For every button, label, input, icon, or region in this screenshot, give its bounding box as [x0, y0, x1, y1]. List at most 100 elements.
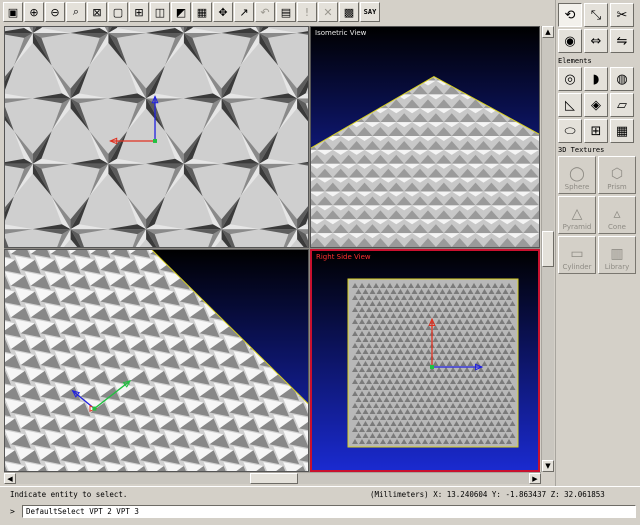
say-button[interactable]: SAY: [360, 2, 380, 22]
zoom-out-icon: ⊖: [50, 5, 60, 19]
palette-row-elements-2: ◺ ◈ ▱: [558, 93, 634, 117]
texture-cone-label: Cone: [608, 223, 626, 231]
shaded-view-icon: ◩: [175, 5, 187, 19]
scroll-right-arrow-icon[interactable]: ▶: [529, 473, 541, 484]
command-prompt: >: [10, 507, 15, 516]
pyramid-icon: △: [571, 206, 583, 222]
scale-tool-button[interactable]: ⤡: [584, 3, 608, 27]
cone-icon: ▵: [613, 206, 621, 222]
texture-library-label: Library: [604, 263, 630, 271]
elements-section-label: Elements: [558, 57, 592, 65]
scroll-left-arrow-icon[interactable]: ◀: [4, 473, 16, 484]
mirror-tool-button[interactable]: ⇋: [610, 29, 634, 53]
single-view-button[interactable]: ▢: [108, 2, 128, 22]
command-bar: >: [0, 501, 640, 525]
eye-tool-button[interactable]: ◉: [558, 29, 582, 53]
palette-row-transform: ⟲ ⤡ ✂: [558, 3, 634, 27]
capsule-element-icon: ⬭: [564, 123, 576, 139]
front-view-canvas[interactable]: [5, 250, 308, 471]
right-side-view-canvas[interactable]: [312, 251, 538, 470]
top-view-canvas[interactable]: [5, 27, 308, 247]
render-button[interactable]: ▦: [192, 2, 212, 22]
top-viewport[interactable]: [4, 26, 309, 248]
horizontal-scroll-thumb[interactable]: [250, 473, 298, 484]
select-arrow-icon: ↗: [239, 5, 249, 19]
star-pattern: [5, 27, 308, 247]
revolve-element-icon: ◎: [564, 71, 576, 87]
textures-grid: ◯ Sphere ⬡ Prism △ Pyramid ▵ Cone ▭ Cylinder ▥ Libr…: [558, 156, 636, 274]
isometric-viewport-title: Isometric View: [315, 29, 367, 37]
undo-button[interactable]: ↶: [255, 2, 275, 22]
layers-button[interactable]: ▤: [276, 2, 296, 22]
horizontal-scrollbar[interactable]: ◀ ▶: [4, 472, 541, 484]
texture-cone-button[interactable]: ▵ Cone: [598, 196, 636, 234]
info-button[interactable]: !: [297, 2, 317, 22]
wedge-element-icon: ◺: [565, 97, 575, 113]
mirror-tool-icon: ⇋: [616, 33, 628, 49]
fit-button[interactable]: ⊠: [87, 2, 107, 22]
texture-pyramid-button[interactable]: △ Pyramid: [558, 196, 596, 234]
cut-tool-button[interactable]: ✂: [610, 3, 634, 27]
right-side-viewport[interactable]: Right Side View: [310, 249, 540, 472]
palette-row-elements-1: ◎ ◗ ◍: [558, 67, 634, 91]
viewport-area: Isometric View Right Side View: [4, 26, 540, 472]
texture-sphere-button[interactable]: ◯ Sphere: [558, 156, 596, 194]
fit-icon: ⊠: [92, 5, 102, 19]
texture-prism-button[interactable]: ⬡ Prism: [598, 156, 636, 194]
palette-row-elements-3: ⬭ ⊞ ▦: [558, 119, 634, 143]
scale-tool-icon: ⤡: [590, 7, 602, 23]
shaded-view-button[interactable]: ◩: [171, 2, 191, 22]
delete-icon: ✕: [323, 5, 333, 19]
rotate-tool-button[interactable]: ⟲: [558, 3, 582, 27]
prism-icon: ⬡: [610, 166, 624, 182]
cube-view-button[interactable]: ◫: [150, 2, 170, 22]
snap-button[interactable]: ✥: [213, 2, 233, 22]
library-icon: ▥: [610, 246, 624, 262]
isometric-view-canvas[interactable]: [311, 27, 539, 247]
select-arrow-button[interactable]: ↗: [234, 2, 254, 22]
view-all-button[interactable]: ▣: [3, 2, 23, 22]
application-window: ▣ ⊕ ⊖ ⌕ ⊠ ▢ ⊞ ◫ ◩ ▦ ✥ ↗ ↶ ▤! ✕ ▩ SAY Isometric View Righ…: [0, 0, 640, 525]
screenshot-icon: ▩: [343, 5, 355, 19]
zoom-out-button[interactable]: ⊖: [45, 2, 65, 22]
delete-button[interactable]: ✕: [318, 2, 338, 22]
revolve-element-button[interactable]: ◎: [558, 67, 582, 91]
loft-element-button[interactable]: ◍: [610, 67, 634, 91]
vertical-scrollbar[interactable]: ▲ ▼: [541, 26, 554, 472]
render-icon: ▦: [196, 5, 208, 19]
textures-section-label: 3D Textures: [558, 146, 605, 154]
single-view-icon: ▢: [112, 5, 124, 19]
zoom-in-icon: ⊕: [29, 5, 39, 19]
texture-library-button[interactable]: ▥ Library: [598, 236, 636, 274]
palette-row-view: ◉ ⇔ ⇋: [558, 29, 634, 53]
array-element-icon: ▦: [615, 123, 629, 139]
sweep-element-button[interactable]: ◗: [584, 67, 608, 91]
plane-element-button[interactable]: ▱: [610, 93, 634, 117]
isometric-viewport[interactable]: Isometric View: [310, 26, 540, 248]
command-input[interactable]: [22, 505, 636, 518]
say-label: SAY: [363, 8, 377, 16]
vertical-scroll-thumb[interactable]: [542, 231, 554, 267]
grid-element-button[interactable]: ⊞: [584, 119, 608, 143]
four-views-icon: ⊞: [134, 5, 144, 19]
capsule-element-button[interactable]: ⬭: [558, 119, 582, 143]
scroll-down-arrow-icon[interactable]: ▼: [542, 460, 554, 472]
four-views-button[interactable]: ⊞: [129, 2, 149, 22]
wedge-element-button[interactable]: ◺: [558, 93, 582, 117]
extrude-element-button[interactable]: ◈: [584, 93, 608, 117]
sphere-icon: ◯: [569, 166, 585, 182]
snap-icon: ✥: [218, 5, 228, 19]
screenshot-button[interactable]: ▩: [339, 2, 359, 22]
zoom-in-button[interactable]: ⊕: [24, 2, 44, 22]
right-side-viewport-title: Right Side View: [316, 253, 371, 261]
loft-element-icon: ◍: [616, 71, 628, 87]
array-element-button[interactable]: ▦: [610, 119, 634, 143]
texture-cylinder-label: Cylinder: [562, 263, 592, 271]
push-pull-tool-button[interactable]: ⇔: [584, 29, 608, 53]
front-viewport[interactable]: [4, 249, 309, 472]
texture-cylinder-button[interactable]: ▭ Cylinder: [558, 236, 596, 274]
info-icon: !: [304, 5, 310, 19]
cylinder-icon: ▭: [570, 246, 584, 262]
scroll-up-arrow-icon[interactable]: ▲: [542, 26, 554, 38]
zoom-window-button[interactable]: ⌕: [66, 2, 86, 22]
